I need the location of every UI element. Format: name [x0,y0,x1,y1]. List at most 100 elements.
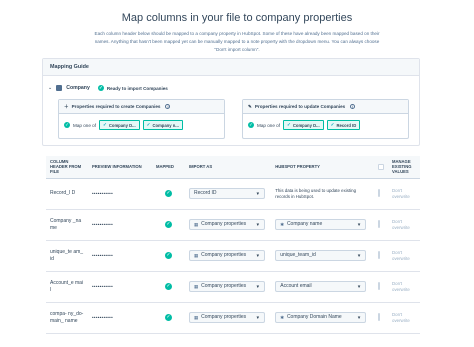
ready-status: ✓ Ready to import Companies [97,85,168,91]
column-header-preview[interactable]: Preview information [88,156,152,179]
import-as-dropdown[interactable]: ▦ Company properties ▼ [189,281,265,292]
check-icon: ✓ [103,122,107,127]
overwrite-checkbox[interactable] [378,220,380,228]
overwrite-checkbox-cell [376,302,388,334]
caret-down-icon: ▼ [356,253,362,258]
building-icon: ▦ [194,315,199,320]
overwrite-checkbox-cell [376,240,388,272]
mapping-table: Column header from file Preview informat… [46,156,420,334]
import-as-cell: ▦ Company properties ▼ [185,302,272,334]
chevron-down-icon[interactable]: ⌄ [48,85,52,91]
table-row: Record_I D ••••••••••• ✓ Record ID ▼ This… [46,178,420,210]
hubspot-property-dropdown[interactable]: unique_team_id ▼ [275,250,367,261]
column-header-mapped[interactable]: Mapped [152,156,185,179]
preview-value: ••••••••••• [88,178,152,210]
column-header-import-as[interactable]: Import as [185,156,272,179]
edit-icon: ✎ [248,103,252,109]
check-circle-icon: ✓ [165,252,172,259]
column-header-property[interactable]: HubSpot property [271,156,376,179]
caret-down-icon: ▼ [356,315,362,320]
overwrite-checkbox[interactable] [378,313,380,321]
overwrite-label: Don't overwrite [388,209,420,241]
column-name: compa- ny_do- main_ name [46,302,88,334]
check-circle-icon: ✓ [248,122,254,128]
column-header-file[interactable]: Column header from file [46,156,88,179]
check-circle-icon: ✓ [165,314,172,321]
mapping-guide: Mapping Guide ⌄ Company ✓ Ready to impor… [42,58,420,146]
info-icon[interactable]: i [350,104,356,109]
select-all-checkbox[interactable] [378,163,384,170]
check-circle-icon: ✓ [165,221,172,228]
property-icon: ✱ [280,315,284,320]
mapped-status: ✓ [152,178,185,210]
table-row: unique_te am_id ••••••••••• ✓ ▦ Company p… [46,240,420,272]
column-name: Account_e mail [46,271,88,303]
overwrite-checkbox-cell [376,178,388,210]
building-icon: ▦ [194,253,199,258]
import-as-cell: ▦ Company properties ▼ [185,209,272,241]
page-title: Map columns in your file to company prop… [121,12,353,24]
check-circle-icon: ✓ [97,85,104,91]
import-as-cell: ▦ Company properties ▼ [185,240,272,272]
overwrite-checkbox-cell [376,271,388,303]
hubspot-property-dropdown[interactable]: ✱ Company Domain Name ▼ [275,312,367,323]
overwrite-checkbox[interactable] [378,282,380,290]
create-icon: ＋ [64,103,69,109]
info-icon[interactable]: i [165,104,171,109]
column-name: Company _name [46,209,88,241]
import-as-dropdown[interactable]: ▦ Company properties ▼ [189,312,265,323]
building-icon: ▦ [194,284,199,289]
preview-value: ••••••••••• [88,302,152,334]
create-requirements-header: ＋ Properties required to create Companie… [59,100,224,114]
mapping-guide-title: Mapping Guide [43,59,419,76]
update-requirements-header: ✎ Properties required to update Companie… [243,100,408,114]
caret-down-icon: ▼ [255,284,260,289]
import-as-dropdown[interactable]: ▦ Company properties ▼ [189,219,265,230]
property-cell: ✱ Company name ▼ [271,209,376,241]
object-row[interactable]: ⌄ Company ✓ Ready to import Companies [48,83,168,93]
hubspot-property-dropdown[interactable]: ✱ Company name ▼ [275,219,367,230]
import-as-cell: ▦ Company properties ▼ [185,271,272,303]
hubspot-property-dropdown[interactable]: Account email ▼ [275,281,367,292]
table-row: compa- ny_do- main_ name ••••••••••• ✓ ▦… [46,302,420,334]
property-cell: Account email ▼ [271,271,376,303]
column-header-manage[interactable]: Manage existing values [388,156,420,179]
overwrite-checkbox[interactable] [378,251,380,259]
import-as-cell: Record ID ▼ [185,178,272,210]
overwrite-label: Don't overwrite [388,302,420,334]
check-circle-icon: ✓ [64,122,70,128]
table-header-row: Column header from file Preview informat… [46,156,420,179]
column-name: unique_te am_id [46,240,88,272]
building-icon: ▦ [194,222,199,227]
mapped-status: ✓ [152,302,185,334]
overwrite-checkbox[interactable] [378,189,380,197]
table-row: Company _name ••••••••••• ✓ ▦ Company pro… [46,209,420,241]
import-as-dropdown[interactable]: Record ID ▼ [189,188,265,199]
mapped-status: ✓ [152,240,185,272]
preview-value: ••••••••••• [88,240,152,272]
map-one-of-label: Map one of [257,122,280,128]
page-description: Each column header below should be mappe… [94,31,380,52]
check-icon: ✓ [330,122,335,127]
overwrite-label: Don't overwrite [388,178,420,210]
check-icon: ✓ [287,122,291,127]
caret-down-icon: ▼ [255,315,260,320]
mapped-status: ✓ [152,271,185,303]
table-row: Account_e mail ••••••••••• ✓ ▦ Company pr… [46,271,420,303]
overwrite-label: Don't overwrite [388,240,420,272]
property-cell: This data is being used to update existi… [271,178,376,210]
import-as-dropdown[interactable]: ▦ Company properties ▼ [189,250,265,261]
caret-down-icon: ▼ [255,222,260,227]
update-requirements-box: ✎ Properties required to update Companie… [242,99,409,139]
required-property-chip: ✓ Company n... [142,120,183,130]
caret-down-icon: ▼ [255,253,260,258]
update-requirements-title: Properties required to update Companies [254,103,346,109]
overwrite-checkbox-cell [376,209,388,241]
property-note: This data is being used to update existi… [275,187,357,199]
select-all-checkbox-cell[interactable] [376,156,388,179]
preview-value: ••••••••••• [88,271,152,303]
check-circle-icon: ✓ [165,283,172,290]
map-one-of-label: Map one of [73,122,96,128]
property-cell: ✱ Company Domain Name ▼ [271,302,376,334]
check-icon: ✓ [146,122,151,127]
